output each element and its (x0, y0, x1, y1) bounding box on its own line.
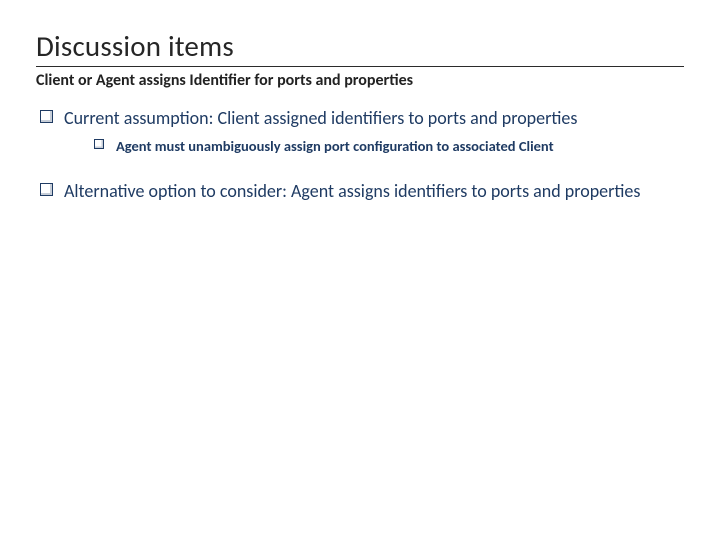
list-item: Agent must unambiguously assign port con… (64, 136, 684, 156)
square-bullet-icon (40, 110, 53, 123)
list-item-text: Alternative option to consider: Agent as… (64, 180, 640, 202)
list-item-text: Current assumption: Client assigned iden… (64, 107, 577, 129)
sub-bullet-list: Agent must unambiguously assign port con… (64, 136, 684, 156)
list-item-text: Agent must unambiguously assign port con… (116, 137, 554, 155)
page-subtitle: Client or Agent assigns Identifier for p… (36, 71, 684, 90)
square-bullet-icon (94, 139, 104, 149)
page-title: Discussion items (36, 28, 684, 64)
bullet-list: Current assumption: Client assigned iden… (36, 106, 684, 203)
title-underline (36, 66, 684, 67)
square-bullet-icon (40, 183, 53, 196)
list-item: Alternative option to consider: Agent as… (36, 179, 684, 203)
list-item: Current assumption: Client assigned iden… (36, 106, 684, 157)
